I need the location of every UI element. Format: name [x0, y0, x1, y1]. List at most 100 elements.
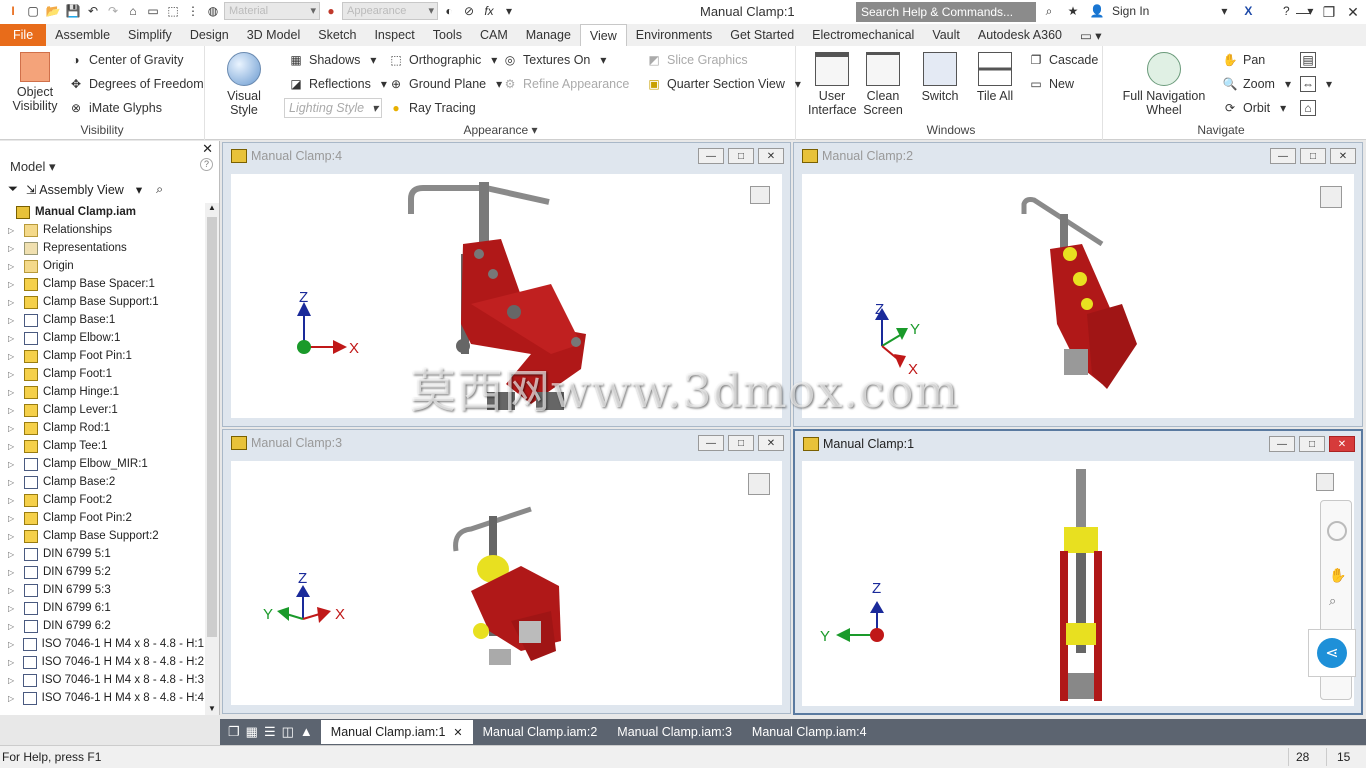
tree-item[interactable]: ▷ DIN 6799 5:1: [0, 545, 204, 563]
expand-icon[interactable]: ▷: [8, 532, 18, 541]
clear-icon[interactable]: ⊘: [460, 2, 478, 20]
viewport-minimize-button[interactable]: —: [1269, 436, 1295, 452]
restore-window-button[interactable]: ❐: [1316, 0, 1342, 24]
visual-style-button[interactable]: Visual Style: [212, 52, 276, 117]
clean-screen-button[interactable]: Clean Screen: [862, 52, 904, 117]
full-nav-wheel-button[interactable]: Full Navigation Wheel: [1112, 52, 1216, 117]
tree-item[interactable]: ▷ Clamp Tee:1: [0, 437, 204, 455]
expand-icon[interactable]: ▷: [8, 460, 18, 469]
tree-item[interactable]: ▷ ISO 7046-1 H M4 x 8 - 4.8 - H:3: [0, 671, 204, 689]
expand-icon[interactable]: ▷: [8, 568, 18, 577]
globe-icon[interactable]: ◍: [204, 2, 222, 20]
viewport-close-button[interactable]: ✕: [758, 148, 784, 164]
tab-file[interactable]: File: [0, 24, 47, 46]
exchange-icon[interactable]: X: [1239, 2, 1257, 20]
tree-item[interactable]: ▷ Clamp Base:1: [0, 311, 204, 329]
textures-on-button[interactable]: ◎ Textures On ▾: [502, 52, 611, 68]
tab-get-started[interactable]: Get Started: [721, 24, 803, 46]
expand-icon[interactable]: ▷: [8, 676, 17, 685]
viewport-close-button[interactable]: ✕: [1330, 148, 1356, 164]
viewcube-icon[interactable]: [748, 473, 770, 495]
close-window-button[interactable]: ✕: [1340, 0, 1366, 24]
expand-icon[interactable]: ▷: [8, 694, 17, 703]
tile-windows-icon[interactable]: ▦: [246, 724, 258, 740]
tab-inspect[interactable]: Inspect: [365, 24, 423, 46]
ray-tracing-button[interactable]: ● Ray Tracing: [388, 100, 475, 116]
close-icon[interactable]: ✕: [453, 727, 462, 739]
tree-item[interactable]: ▷ Relationships: [0, 221, 204, 239]
sign-in-button[interactable]: Sign In: [1112, 4, 1149, 18]
arrange-icon[interactable]: ▲: [300, 724, 313, 740]
user-interface-button[interactable]: User Interface: [808, 52, 857, 117]
pan-hand-icon[interactable]: ✋: [1329, 567, 1346, 584]
binoculars-icon[interactable]: ⌕: [1040, 2, 1058, 20]
viewport-maximize-button[interactable]: □: [728, 435, 754, 451]
cascade-button[interactable]: ❐ Cascade: [1028, 52, 1099, 68]
tree-item[interactable]: ▷ Clamp Foot Pin:2: [0, 509, 204, 527]
switch-button[interactable]: Switch: [918, 52, 962, 103]
expand-icon[interactable]: ▷: [8, 424, 18, 433]
fx-icon[interactable]: fx: [480, 2, 498, 20]
material-combo[interactable]: Material: [224, 2, 320, 20]
minimize-window-button[interactable]: —: [1290, 0, 1316, 24]
tree-item[interactable]: ▷ Clamp Foot Pin:1: [0, 347, 204, 365]
viewport-maximize-button[interactable]: □: [728, 148, 754, 164]
expand-icon[interactable]: ▷: [8, 586, 18, 595]
expand-icon[interactable]: ▷: [8, 604, 18, 613]
find-icon[interactable]: ⌕: [156, 182, 163, 197]
user-icon[interactable]: 👤: [1088, 2, 1106, 20]
tile-all-button[interactable]: Tile All: [972, 52, 1018, 103]
expand-icon[interactable]: ▷: [8, 514, 18, 523]
zoom-button[interactable]: 🔍 Zoom ▾: [1222, 76, 1296, 92]
tree-item[interactable]: ▷ Representations: [0, 239, 204, 257]
reflections-button[interactable]: ◪ Reflections ▾: [288, 76, 392, 92]
expand-icon[interactable]: ▷: [8, 370, 18, 379]
viewcube-icon[interactable]: [750, 186, 770, 204]
tab-vault[interactable]: Vault: [923, 24, 969, 46]
viewport-close-button[interactable]: ✕: [758, 435, 784, 451]
tab-simplify[interactable]: Simplify: [119, 24, 181, 46]
scroll-up-icon[interactable]: ▲: [208, 203, 216, 212]
viewport-maximize-button[interactable]: □: [1300, 148, 1326, 164]
open-file-icon[interactable]: 📂: [44, 2, 62, 20]
viewport-maximize-button[interactable]: □: [1299, 436, 1325, 452]
scroll-thumb[interactable]: [207, 217, 217, 637]
tab-3d-model[interactable]: 3D Model: [238, 24, 310, 46]
expand-icon[interactable]: ▷: [8, 316, 18, 325]
tree-item[interactable]: ▷ ISO 7046-1 H M4 x 8 - 4.8 - H:2: [0, 653, 204, 671]
scroll-down-icon[interactable]: ▼: [208, 704, 216, 713]
expand-icon[interactable]: ▷: [8, 388, 18, 397]
tab-assemble[interactable]: Assemble: [46, 24, 119, 46]
search-input[interactable]: Search Help & Commands...: [856, 2, 1036, 22]
share-button[interactable]: ⋖: [1308, 629, 1356, 677]
assembly-view-dropdown[interactable]: ⇲ Assembly View: [26, 182, 124, 197]
customize-icon[interactable]: ▾: [500, 2, 518, 20]
tile-vertical-icon[interactable]: ◫: [282, 724, 294, 740]
center-of-gravity-button[interactable]: ◑ Center of Gravity: [68, 52, 183, 68]
viewport-canvas[interactable]: Z Y: [802, 461, 1354, 706]
tree-item[interactable]: ▷ Clamp Elbow_MIR:1: [0, 455, 204, 473]
new-file-icon[interactable]: ▢: [24, 2, 42, 20]
viewport-manual-clamp-1[interactable]: Manual Clamp:1 — □ ✕ Z Y: [793, 429, 1363, 715]
expand-icon[interactable]: ▷: [8, 658, 17, 667]
browser-scrollbar[interactable]: ▲ ▼: [205, 203, 219, 715]
expand-icon[interactable]: ▷: [8, 496, 18, 505]
expand-icon[interactable]: ▷: [8, 262, 18, 271]
slice-graphics-button[interactable]: ◩ Slice Graphics: [646, 52, 747, 68]
browser-title-dropdown[interactable]: Model ▾: [10, 159, 56, 175]
tab-view[interactable]: View: [579, 24, 627, 46]
viewcube-icon[interactable]: [1316, 473, 1334, 491]
tree-item[interactable]: ▷ DIN 6799 5:3: [0, 581, 204, 599]
tree-item[interactable]: ▷ Origin: [0, 257, 204, 275]
expand-icon[interactable]: ▷: [8, 550, 18, 559]
expand-icon[interactable]: ▷: [8, 226, 18, 235]
expand-icon[interactable]: ▷: [8, 406, 18, 415]
pan-button[interactable]: ✋ Pan: [1222, 52, 1266, 68]
tab-electromechanical[interactable]: Electromechanical: [803, 24, 923, 46]
doc-tab-4[interactable]: Manual Clamp.iam:4: [742, 720, 877, 744]
undo-icon[interactable]: ↶: [84, 2, 102, 20]
tab-sketch[interactable]: Sketch: [309, 24, 365, 46]
expand-icon[interactable]: ▷: [8, 334, 18, 343]
tab-cam[interactable]: CAM: [471, 24, 517, 46]
tree-item[interactable]: ▷ Clamp Rod:1: [0, 419, 204, 437]
